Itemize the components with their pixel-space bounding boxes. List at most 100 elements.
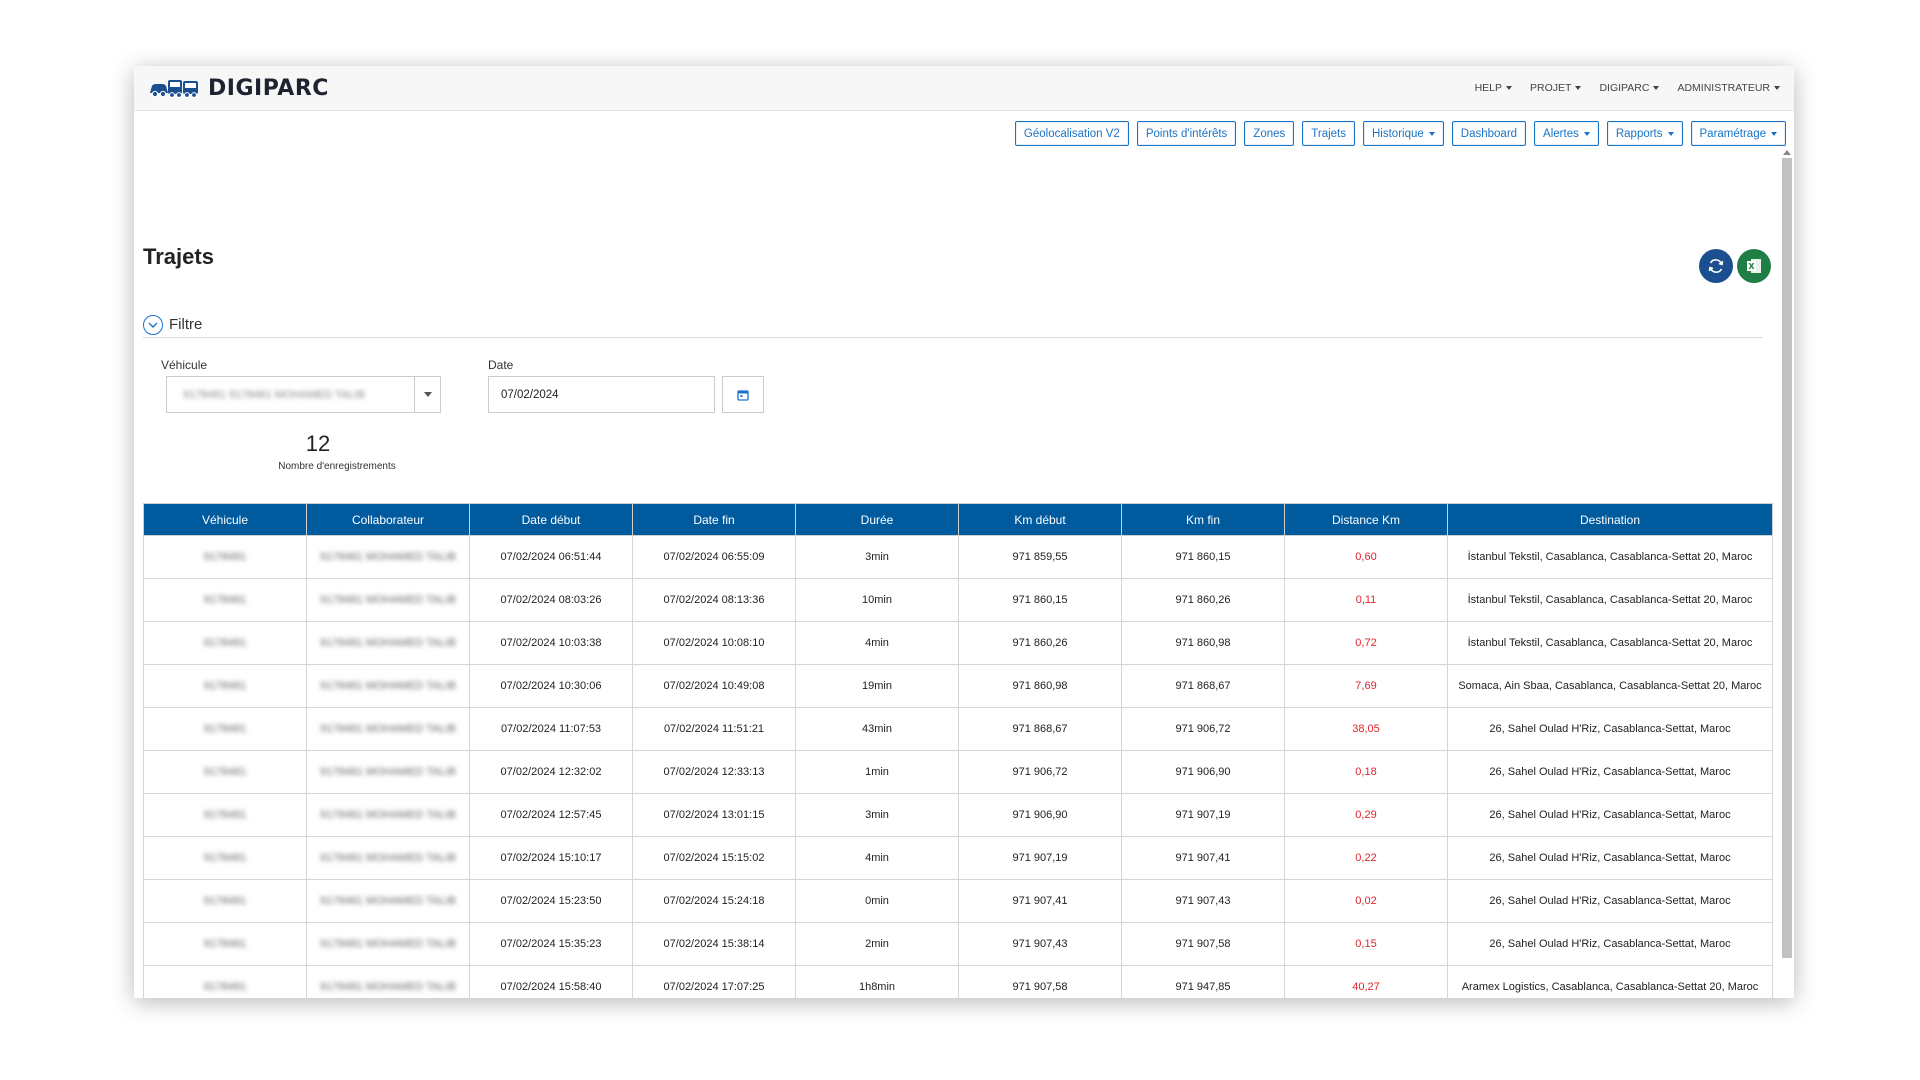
cell-date-fin-text: 07/02/2024 10:49:08: [663, 679, 765, 692]
cell-vehicule: 9178481: [143, 836, 307, 880]
scroll-up-arrow-icon[interactable]: [1783, 150, 1791, 155]
cell-km-fin-text: 971 860,98: [1175, 636, 1231, 649]
cell-vehicule-text: 9178481: [203, 550, 247, 563]
cell-collaborateur: 9178481 MOHAMED TALIB: [306, 750, 470, 794]
cell-vehicule-text: 9178481: [203, 894, 247, 907]
rapports-dropdown[interactable]: Rapports: [1606, 121, 1683, 146]
table-row[interactable]: 9178481 9178481 MOHAMED TALIB 07/02/2024 1…: [143, 793, 1773, 837]
cell-destination: 26, Sahel Oulad H'Riz, Casablanca-Settat…: [1447, 793, 1773, 837]
cell-collaborateur: 9178481 MOHAMED TALIB: [306, 621, 470, 665]
col-destination[interactable]: Destination: [1447, 503, 1773, 536]
col-km-fin[interactable]: Km fin: [1121, 503, 1285, 536]
cell-collaborateur-text: 9178481 MOHAMED TALIB: [320, 593, 456, 606]
menu-help[interactable]: HELP: [1475, 82, 1513, 94]
cell-duree-text: 1min: [865, 765, 889, 778]
cell-date-fin: 07/02/2024 15:15:02: [632, 836, 796, 880]
rapports-label: Rapports: [1615, 127, 1663, 140]
table-row[interactable]: 9178481 9178481 MOHAMED TALIB 07/02/2024 1…: [143, 879, 1773, 923]
cell-date-fin: 07/02/2024 08:13:36: [632, 578, 796, 622]
cell-date-fin-text: 07/02/2024 15:24:18: [663, 894, 765, 907]
cell-date-debut: 07/02/2024 15:35:23: [469, 922, 633, 966]
alertes-dropdown[interactable]: Alertes: [1534, 121, 1599, 146]
cell-duree: 3min: [795, 535, 959, 579]
col-distance[interactable]: Distance Km: [1284, 503, 1448, 536]
cell-date-debut-text: 07/02/2024 06:51:44: [500, 550, 602, 563]
cell-duree-text: 1h8min: [858, 980, 896, 993]
filter-toggle[interactable]: Filtre: [143, 312, 1763, 338]
cell-duree-text: 0min: [865, 894, 889, 907]
cell-date-debut: 07/02/2024 12:32:02: [469, 750, 633, 794]
geolocalisation-button[interactable]: Géolocalisation V2: [1014, 121, 1129, 146]
calendar-button[interactable]: [722, 376, 764, 413]
cell-date-fin: 07/02/2024 15:38:14: [632, 922, 796, 966]
cell-collaborateur-text: 9178481 MOHAMED TALIB: [320, 765, 456, 778]
cell-date-debut: 07/02/2024 15:58:40: [469, 965, 633, 998]
cell-collaborateur: 9178481 MOHAMED TALIB: [306, 793, 470, 837]
col-km-debut[interactable]: Km début: [958, 503, 1122, 536]
cell-vehicule: 9178481: [143, 922, 307, 966]
cell-km-fin-text: 971 907,58: [1175, 937, 1231, 950]
parametrage-dropdown[interactable]: Paramétrage: [1690, 121, 1786, 146]
cell-date-fin-text: 07/02/2024 06:55:09: [663, 550, 765, 563]
col-date-fin[interactable]: Date fin: [632, 503, 796, 536]
col-vehicule[interactable]: Véhicule: [143, 503, 307, 536]
table-row[interactable]: 9178481 9178481 MOHAMED TALIB 07/02/2024 1…: [143, 750, 1773, 794]
cell-destination-text: 26, Sahel Oulad H'Riz, Casablanca-Settat…: [1489, 722, 1731, 735]
cell-destination-text: İstanbul Tekstil, Casablanca, Casablanca…: [1467, 593, 1753, 606]
caret-down-icon: [1653, 86, 1660, 90]
vehicle-select[interactable]: 9178481 9178481 MOHAMED TALIB: [166, 376, 441, 413]
menu-digiparc[interactable]: DIGIPARC: [1599, 82, 1660, 94]
cell-duree-text: 4min: [865, 636, 889, 649]
cell-destination: 26, Sahel Oulad H'Riz, Casablanca-Settat…: [1447, 750, 1773, 794]
cell-collaborateur: 9178481 MOHAMED TALIB: [306, 664, 470, 708]
menu-projet-label: PROJET: [1530, 82, 1572, 94]
cell-collaborateur-text: 9178481 MOHAMED TALIB: [320, 679, 456, 692]
table-row[interactable]: 9178481 9178481 MOHAMED TALIB 07/02/2024 1…: [143, 621, 1773, 665]
table-row[interactable]: 9178481 9178481 MOHAMED TALIB 07/02/2024 1…: [143, 965, 1773, 998]
table-row[interactable]: 9178481 9178481 MOHAMED TALIB 07/02/2024 0…: [143, 578, 1773, 622]
cell-date-fin: 07/02/2024 15:24:18: [632, 879, 796, 923]
cell-collaborateur: 9178481 MOHAMED TALIB: [306, 922, 470, 966]
menu-projet[interactable]: PROJET: [1530, 82, 1582, 94]
table-row[interactable]: 9178481 9178481 MOHAMED TALIB 07/02/2024 1…: [143, 836, 1773, 880]
caret-down-icon: [1771, 131, 1777, 136]
cell-vehicule: 9178481: [143, 750, 307, 794]
cell-collaborateur-text: 9178481 MOHAMED TALIB: [320, 808, 456, 821]
cell-date-fin-text: 07/02/2024 12:33:13: [663, 765, 765, 778]
cell-collaborateur: 9178481 MOHAMED TALIB: [306, 879, 470, 923]
cell-km-debut: 971 859,55: [958, 535, 1122, 579]
cell-km-fin: 971 860,98: [1121, 621, 1285, 665]
table-row[interactable]: 9178481 9178481 MOHAMED TALIB 07/02/2024 1…: [143, 664, 1773, 708]
cell-km-debut: 971 907,43: [958, 922, 1122, 966]
col-collaborateur[interactable]: Collaborateur: [306, 503, 470, 536]
table-row[interactable]: 9178481 9178481 MOHAMED TALIB 07/02/2024 1…: [143, 707, 1773, 751]
cell-km-fin: 971 907,41: [1121, 836, 1285, 880]
col-duree[interactable]: Durée: [795, 503, 959, 536]
historique-dropdown[interactable]: Historique: [1363, 121, 1444, 146]
table-row[interactable]: 9178481 9178481 MOHAMED TALIB 07/02/2024 1…: [143, 922, 1773, 966]
cell-date-debut: 07/02/2024 11:07:53: [469, 707, 633, 751]
col-date-debut[interactable]: Date début: [469, 503, 633, 536]
date-input[interactable]: 07/02/2024: [488, 376, 715, 413]
cell-duree: 0min: [795, 879, 959, 923]
export-excel-button[interactable]: X: [1737, 249, 1771, 283]
refresh-button[interactable]: [1699, 249, 1733, 283]
cell-km-fin-text: 971 947,85: [1175, 980, 1231, 993]
zones-button[interactable]: Zones: [1244, 121, 1295, 146]
brand[interactable]: DIGIPARC: [148, 76, 329, 101]
menu-administrateur[interactable]: ADMINISTRATEUR: [1677, 82, 1780, 94]
vehicle-select-value: 9178481 9178481 MOHAMED TALIB: [183, 389, 365, 401]
dashboard-button[interactable]: Dashboard: [1451, 121, 1527, 146]
date-label: Date: [488, 358, 514, 372]
record-count-label: Nombre d'enregistrements: [278, 461, 396, 472]
menu-administrateur-label: ADMINISTRATEUR: [1677, 82, 1770, 94]
cell-km-debut: 971 906,90: [958, 793, 1122, 837]
scrollbar[interactable]: [1782, 158, 1792, 958]
cell-destination: İstanbul Tekstil, Casablanca, Casablanca…: [1447, 578, 1773, 622]
table-row[interactable]: 9178481 9178481 MOHAMED TALIB 07/02/2024 0…: [143, 535, 1773, 579]
cell-km-debut-text: 971 906,72: [1012, 765, 1068, 778]
points-interets-button[interactable]: Points d'intérêts: [1136, 121, 1237, 146]
trips-table: Véhicule Collaborateur Date début Date f…: [143, 503, 1773, 998]
cell-date-debut-text: 07/02/2024 15:10:17: [500, 851, 602, 864]
trajets-button[interactable]: Trajets: [1302, 121, 1355, 146]
